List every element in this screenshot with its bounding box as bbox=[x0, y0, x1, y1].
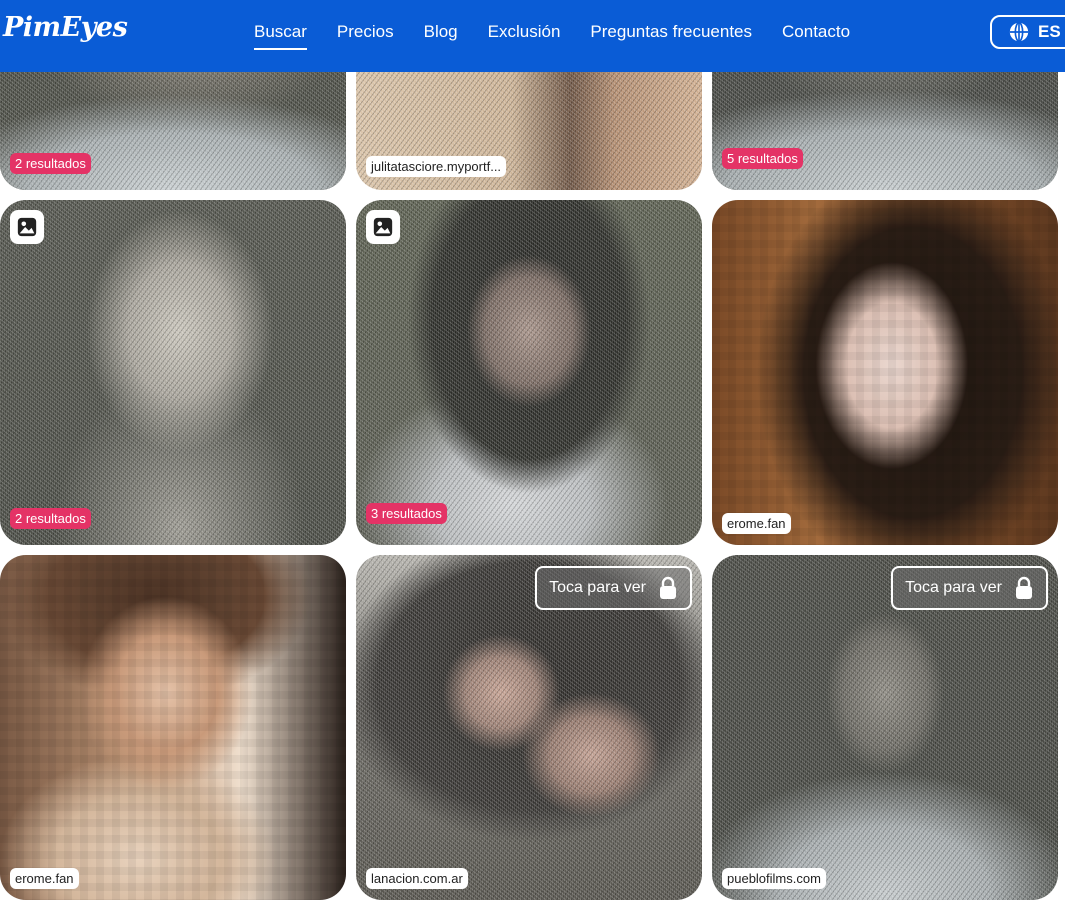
result-domain[interactable]: erome.fan bbox=[722, 513, 791, 534]
image-icon bbox=[366, 210, 400, 244]
result-card[interactable]: Toca para ver lanacion.com.ar bbox=[356, 555, 702, 900]
image-icon bbox=[10, 210, 44, 244]
result-card[interactable]: 2 resultados bbox=[0, 200, 346, 545]
nav-blog[interactable]: Blog bbox=[424, 20, 458, 50]
result-domain[interactable]: julitatasciore.myportf... bbox=[366, 156, 507, 177]
lock-icon bbox=[660, 576, 676, 599]
tap-to-view-button[interactable]: Toca para ver bbox=[891, 566, 1048, 610]
globe-icon bbox=[1009, 22, 1029, 42]
tap-to-view-label: Toca para ver bbox=[905, 579, 1002, 596]
results-count-badge: 3 resultados bbox=[366, 503, 447, 524]
pimeyes-logo[interactable]: PimEyes bbox=[3, 12, 128, 43]
nav-exclusion[interactable]: Exclusión bbox=[488, 20, 561, 50]
nav-contacto[interactable]: Contacto bbox=[782, 20, 850, 50]
language-selector[interactable]: ES bbox=[990, 15, 1065, 49]
result-domain[interactable]: erome.fan bbox=[10, 868, 79, 889]
result-card[interactable]: 3 resultados bbox=[356, 200, 702, 545]
result-thumbnail bbox=[0, 555, 346, 900]
language-code: ES bbox=[1038, 22, 1061, 41]
result-card[interactable]: erome.fan bbox=[0, 555, 346, 900]
tap-to-view-label: Toca para ver bbox=[549, 579, 646, 596]
result-thumbnail bbox=[0, 200, 346, 545]
results-count-badge: 2 resultados bbox=[10, 508, 91, 529]
tap-to-view-button[interactable]: Toca para ver bbox=[535, 566, 692, 610]
nav-buscar[interactable]: Buscar bbox=[254, 20, 307, 50]
top-navbar: PimEyes Buscar Precios Blog Exclusión Pr… bbox=[0, 0, 1065, 72]
nav-faq[interactable]: Preguntas frecuentes bbox=[590, 20, 752, 50]
main-nav: Buscar Precios Blog Exclusión Preguntas … bbox=[254, 20, 850, 50]
result-domain[interactable]: lanacion.com.ar bbox=[366, 868, 468, 889]
result-domain[interactable]: pueblofilms.com bbox=[722, 868, 826, 889]
result-thumbnail bbox=[712, 200, 1058, 545]
result-card[interactable]: Toca para ver pueblofilms.com bbox=[712, 555, 1058, 900]
lock-icon bbox=[1016, 576, 1032, 599]
results-count-badge: 2 resultados bbox=[10, 153, 91, 174]
results-count-badge: 5 resultados bbox=[722, 148, 803, 169]
nav-precios[interactable]: Precios bbox=[337, 20, 394, 50]
result-thumbnail bbox=[356, 200, 702, 545]
result-card[interactable]: erome.fan bbox=[712, 200, 1058, 545]
